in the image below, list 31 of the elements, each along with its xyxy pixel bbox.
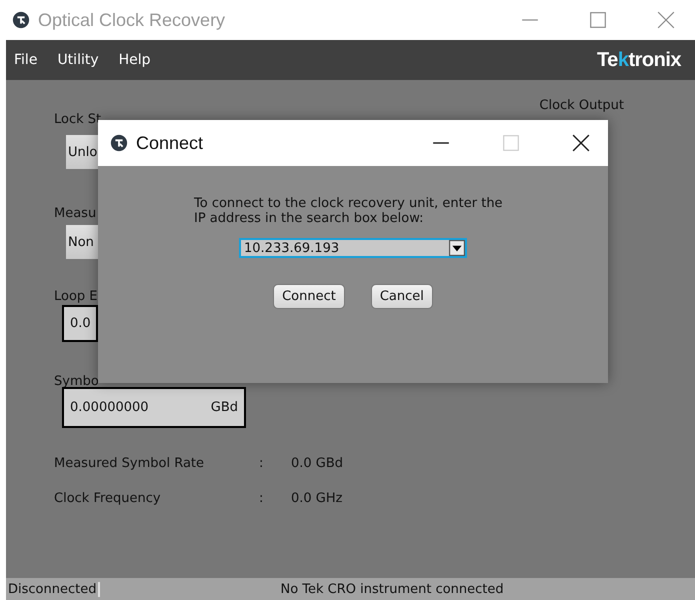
measure-dropdown[interactable]: Non [66, 225, 100, 259]
dialog-title: Connect [136, 132, 204, 154]
loop-label: Loop E [54, 289, 98, 305]
connection-status: Disconnected [6, 582, 100, 596]
cancel-button[interactable]: Cancel [370, 284, 433, 309]
reading-separator: : [259, 456, 264, 472]
lock-status-box: Unlo [66, 135, 100, 169]
brand-logo: Tektronix [596, 48, 681, 72]
symbol-label: Symbo [54, 374, 99, 390]
reading-label: Clock Frequency [54, 491, 162, 507]
window-title: Optical Clock Recovery [38, 10, 226, 30]
menu-item[interactable]: File [14, 52, 38, 68]
reading-label: Measured Symbol Rate [54, 456, 206, 472]
connect-button[interactable]: Connect [273, 284, 345, 309]
reading-separator: : [259, 491, 264, 507]
maximize-icon [502, 134, 520, 152]
loop-field[interactable]: 0.0 [62, 305, 98, 342]
symbol-rate-field[interactable]: 0.00000000 GBd [62, 387, 246, 428]
maximize-icon[interactable] [589, 11, 607, 29]
app-logo-icon [12, 11, 30, 29]
reading-value: 0.0 GBd [291, 456, 344, 472]
menu-item[interactable]: Utility [57, 52, 99, 68]
dialog-logo-icon [110, 134, 128, 152]
close-icon[interactable] [572, 134, 590, 152]
ip-address-combo[interactable]: 10.233.69.193 [239, 238, 467, 258]
menu-item[interactable]: Help [118, 52, 151, 68]
measure-label: Measu [54, 206, 96, 222]
dialog-message: To connect to the clock recovery unit, enter the IP address in the search box below: [194, 196, 504, 226]
reading-value: 0.0 GHz [291, 491, 342, 507]
status-message: No Tek CRO instrument connected [280, 582, 504, 596]
clock-output-label: Clock Output [539, 98, 624, 115]
